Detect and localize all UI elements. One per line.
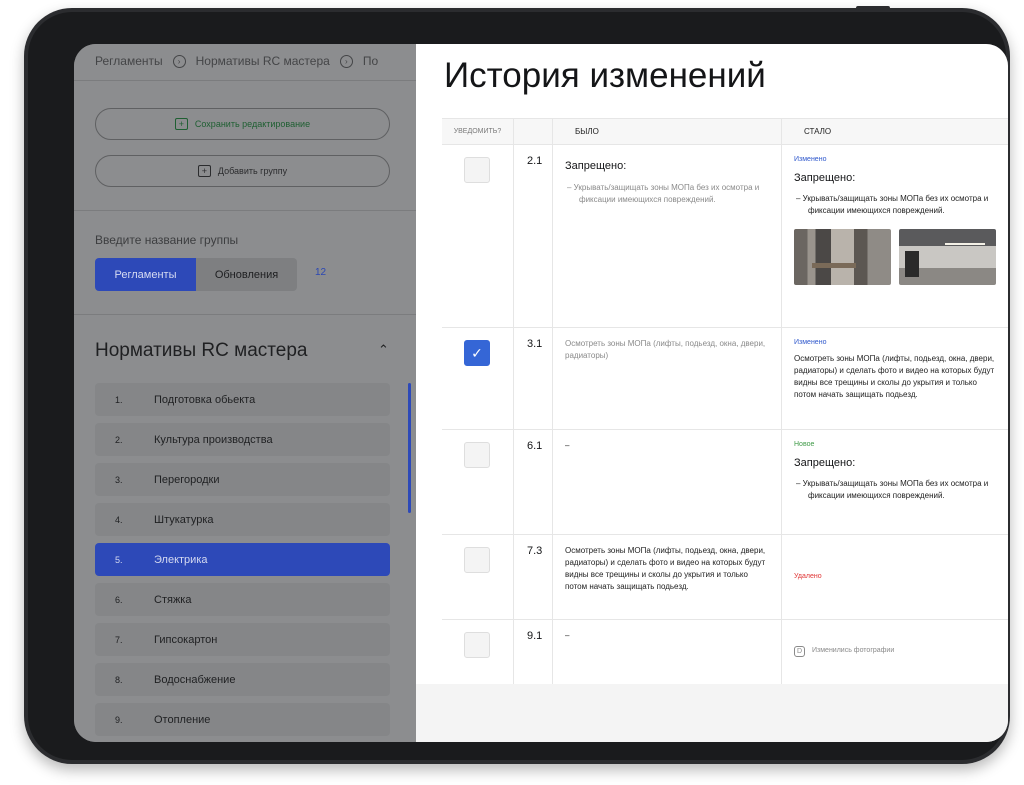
was-bullet: – Укрывать/защищать зоны МОПа без их осм… xyxy=(567,182,760,204)
list-item[interactable]: 7. Гипсокартон xyxy=(95,623,390,656)
list-item-number: 9. xyxy=(115,714,123,725)
table-row: ✓ 3.1 Осмотреть зоны МОПа (лифты, подьез… xyxy=(442,328,1008,430)
table-row: 2.1 Запрещено: – Укрывать/защищать зоны … xyxy=(442,145,1008,328)
notify-checkbox[interactable] xyxy=(464,547,490,573)
status-badge-changed: Изменено xyxy=(794,156,827,163)
was-text: – xyxy=(553,430,782,534)
was-text: Осмотреть зоны МОПа (лифты, подьезд, окн… xyxy=(553,328,782,429)
list-item-label: Перегородки xyxy=(154,473,220,486)
header-number xyxy=(514,119,553,144)
add-group-label: Добавить группу xyxy=(217,166,288,176)
history-table: Уведомить? Было Стало 2.1 Запрещено: – У… xyxy=(442,118,1008,686)
save-button-label: Сохранить редактирование xyxy=(194,119,311,129)
header-was: Было xyxy=(553,119,782,144)
divider xyxy=(74,314,416,315)
breadcrumb-item[interactable]: Нормативы RC мастера xyxy=(196,54,330,68)
list-item-label: Водоснабжение xyxy=(154,673,236,686)
modal-title: История изменений xyxy=(444,56,766,95)
list-item-active[interactable]: 5. Электрика xyxy=(95,543,390,576)
header-notify: Уведомить? xyxy=(442,119,514,144)
photos-changed-label: Изменились фотографии xyxy=(812,647,895,655)
photos-changed-note: D Изменились фотографии xyxy=(794,646,996,657)
divider xyxy=(74,80,416,81)
list-item[interactable]: 1. Подготовка обьекта xyxy=(95,383,390,416)
list-item-label: Подготовка обьекта xyxy=(154,393,256,406)
notify-checkbox[interactable] xyxy=(464,632,490,658)
photo-thumbnail[interactable] xyxy=(794,229,891,285)
table-row: 9.1 – D Изменились фотографии xyxy=(442,620,1008,686)
change-history-modal: История изменений Уведомить? Было Стало … xyxy=(416,44,1008,742)
power-button xyxy=(856,6,890,10)
status-badge-deleted: Удалено xyxy=(794,572,822,580)
row-number: 9.1 xyxy=(514,620,553,685)
list-item-number: 3. xyxy=(115,474,123,485)
notify-checkbox-checked[interactable]: ✓ xyxy=(464,340,490,366)
list-item-number: 5. xyxy=(115,554,123,565)
list-item[interactable]: 4. Штукатурка xyxy=(95,503,390,536)
folder-plus-icon: + xyxy=(197,165,211,177)
image-icon: D xyxy=(794,646,805,657)
list-item-number: 8. xyxy=(115,674,123,685)
tab-regulations[interactable]: Регламенты xyxy=(95,258,196,291)
row-number: 7.3 xyxy=(514,535,553,619)
status-badge-new: Новое xyxy=(794,441,815,448)
list-item-label: Электрика xyxy=(154,553,208,566)
screen: Регламенты › Нормативы RC мастера › По +… xyxy=(74,44,1008,742)
list-item-number: 6. xyxy=(115,594,123,605)
row-number: 3.1 xyxy=(514,328,553,429)
became-title: Запрещено: xyxy=(794,456,856,469)
notify-checkbox[interactable] xyxy=(464,157,490,183)
table-row: 6.1 – Новое Запрещено: – Укрывать/защища… xyxy=(442,430,1008,535)
list-item-label: Гипсокартон xyxy=(154,633,218,646)
breadcrumb-item[interactable]: По xyxy=(363,54,378,68)
was-text: – xyxy=(553,620,782,685)
breadcrumb-item[interactable]: Регламенты xyxy=(95,54,163,68)
list-item-label: Штукатурка xyxy=(154,513,214,526)
table-row: 7.3 Осмотреть зоны МОПа (лифты, подьезд,… xyxy=(442,535,1008,620)
tab-updates[interactable]: Обновления xyxy=(196,258,297,291)
save-icon: + xyxy=(174,118,188,130)
chevron-right-icon: › xyxy=(339,54,353,68)
row-number: 6.1 xyxy=(514,430,553,534)
editor-panel: Регламенты › Нормативы RC мастера › По +… xyxy=(74,44,416,742)
chevron-up-icon[interactable]: ⌃ xyxy=(378,342,389,358)
divider xyxy=(74,210,416,211)
list-item-number: 1. xyxy=(115,394,123,405)
tablet-frame: Регламенты › Нормативы RC мастера › По +… xyxy=(24,6,1010,764)
list-item[interactable]: 8. Водоснабжение xyxy=(95,663,390,696)
photo-gallery xyxy=(794,229,996,285)
list-item[interactable]: 3. Перегородки xyxy=(95,463,390,496)
list-item-number: 4. xyxy=(115,514,123,525)
segmented-control: Регламенты Обновления xyxy=(95,258,297,291)
updates-count-badge: 12 xyxy=(315,267,327,278)
breadcrumb: Регламенты › Нормативы RC мастера › По xyxy=(95,52,378,70)
add-group-button[interactable]: + Добавить группу xyxy=(95,155,390,187)
scrollbar[interactable] xyxy=(408,383,411,513)
header-became: Стало xyxy=(804,126,832,136)
photo-thumbnail[interactable] xyxy=(899,229,996,285)
status-badge-changed: Изменено xyxy=(794,339,827,346)
became-bullet: – Укрывать/защищать зоны МОПа без их осм… xyxy=(796,479,989,500)
list-item-label: Отопление xyxy=(154,713,211,726)
list-item-number: 7. xyxy=(115,634,123,645)
save-button[interactable]: + Сохранить редактирование xyxy=(95,108,390,140)
became-title: Запрещено: xyxy=(794,171,856,184)
chevron-right-icon: › xyxy=(172,54,186,68)
list-item[interactable]: 6. Стяжка xyxy=(95,583,390,616)
was-title: Запрещено: xyxy=(565,160,627,172)
section-title: Нормативы RC мастера xyxy=(95,340,308,361)
table-header: Уведомить? Было Стало xyxy=(442,119,1008,145)
list-item-number: 2. xyxy=(115,434,123,445)
became-bullet: – Укрывать/защищать зоны МОПа без их осм… xyxy=(796,194,989,215)
notify-checkbox[interactable] xyxy=(464,442,490,468)
row-number: 2.1 xyxy=(514,145,553,327)
list-item-label: Культура производства xyxy=(154,433,273,446)
became-text: Осмотреть зоны МОПа (лифты, подьезд, окн… xyxy=(794,353,995,399)
modal-footer xyxy=(416,684,1008,742)
list-item[interactable]: 9. Отопление xyxy=(95,703,390,736)
was-text: Осмотреть зоны МОПа (лифты, подьезд, окн… xyxy=(553,535,782,619)
list-item[interactable]: 2. Культура производства xyxy=(95,423,390,456)
group-name-input[interactable]: Введите название группы xyxy=(95,233,238,247)
list-item-label: Стяжка xyxy=(154,593,192,606)
